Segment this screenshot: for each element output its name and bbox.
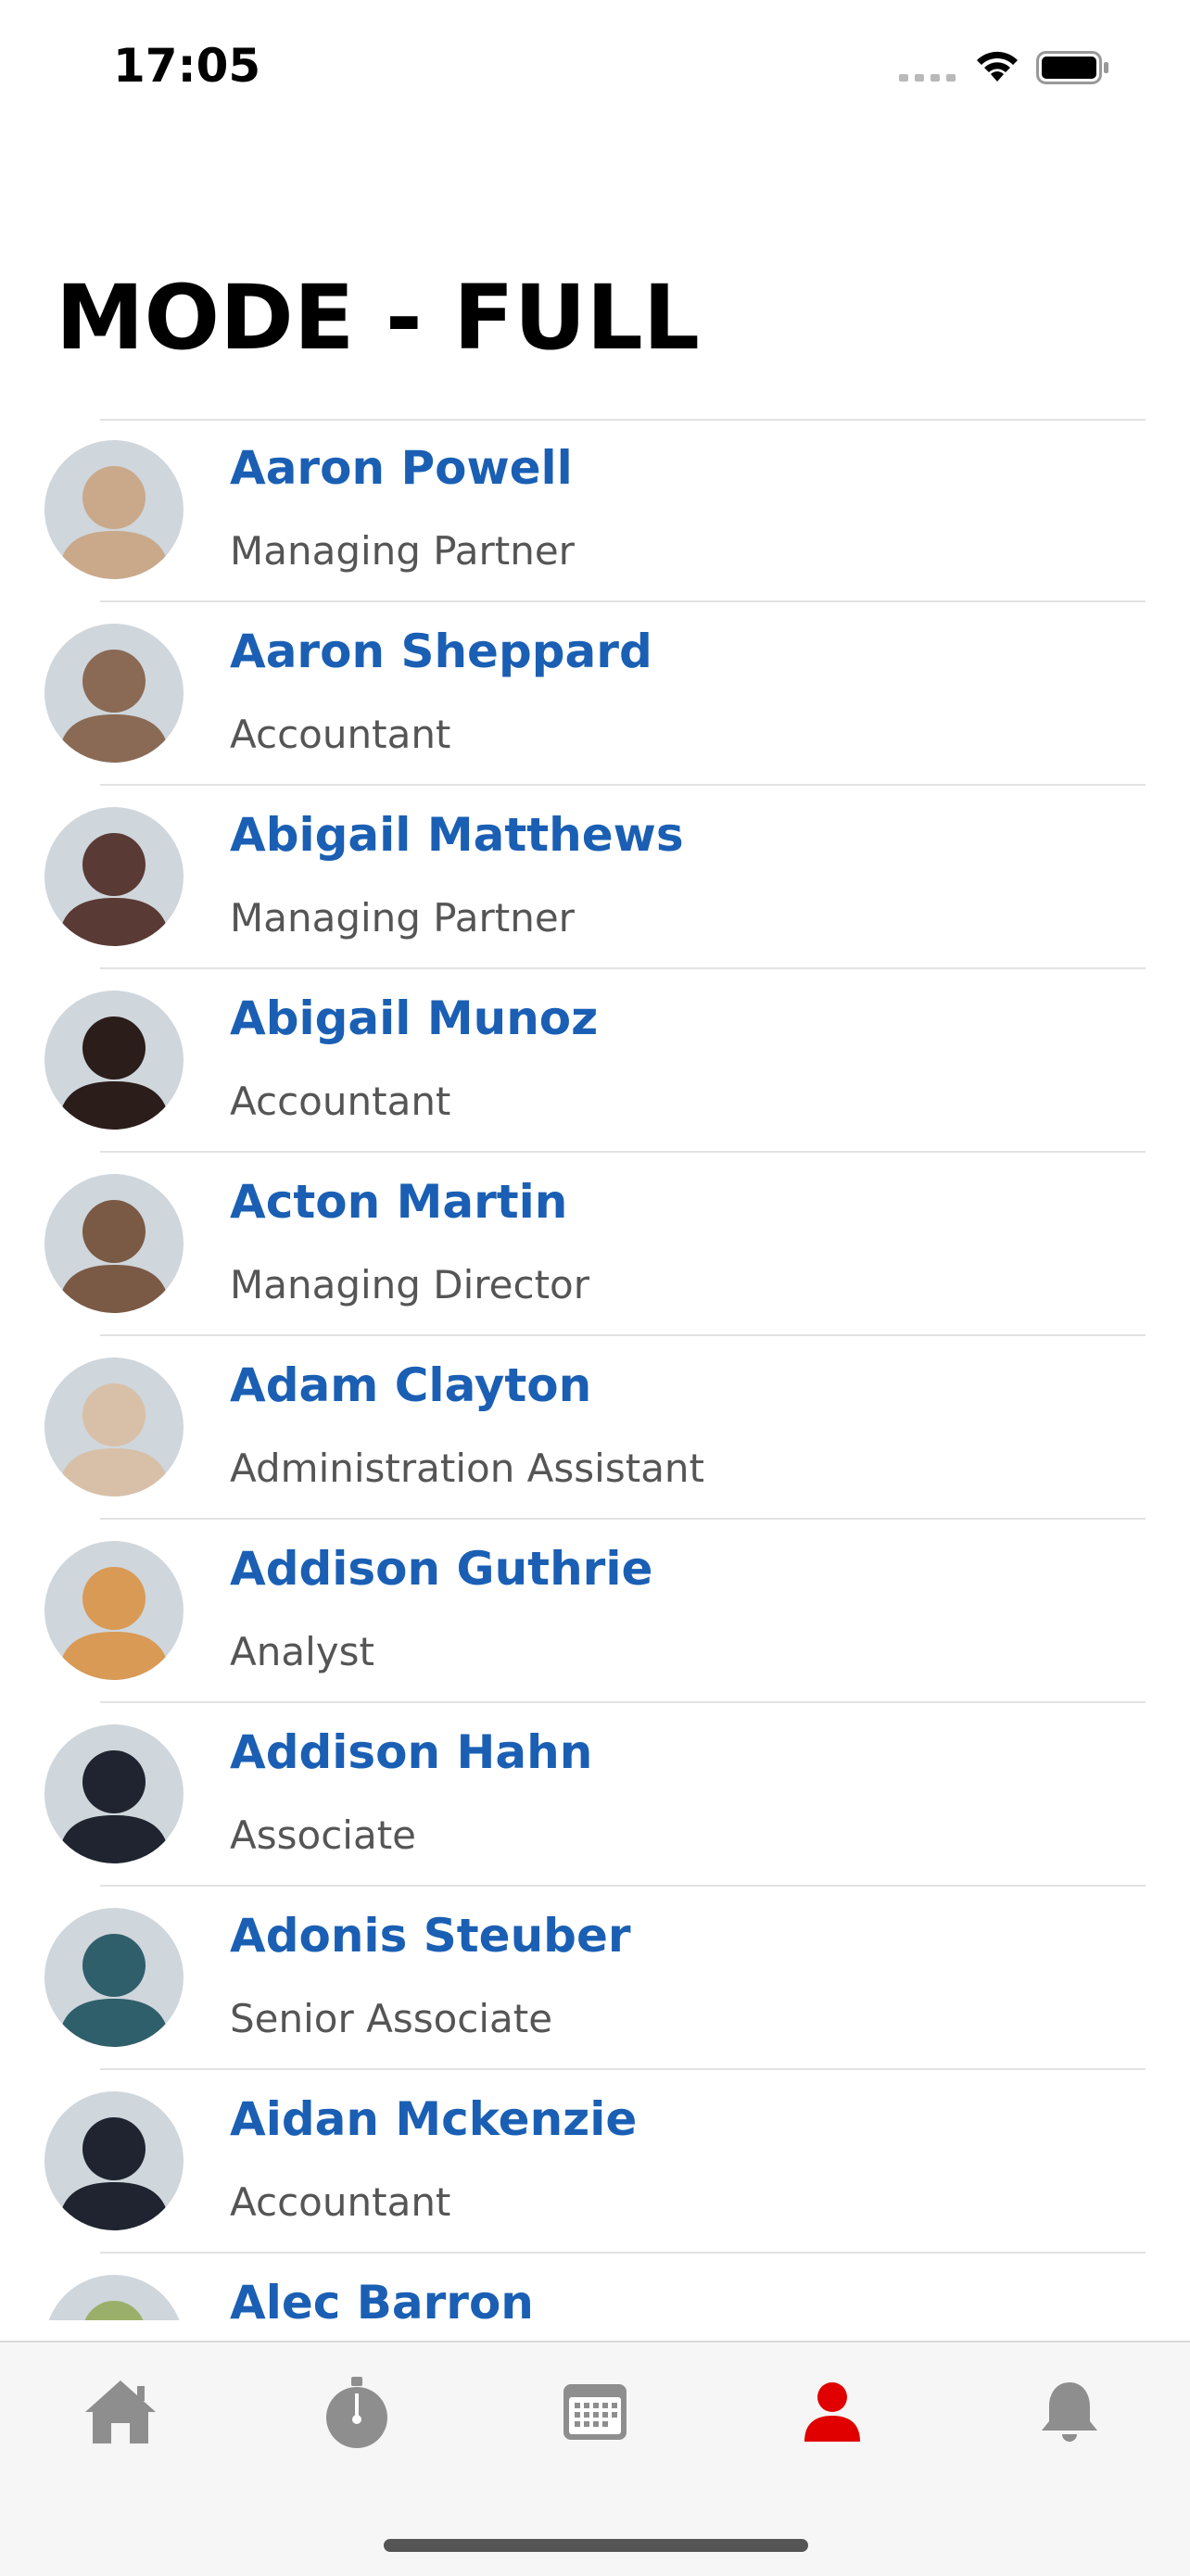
avatar	[44, 1541, 184, 1680]
contact-role: Associate	[230, 1812, 416, 1858]
battery-icon	[1036, 51, 1110, 84]
contact-name-link[interactable]: Aidan Mckenzie	[230, 2092, 637, 2146]
contact-role: Senior Associate	[230, 1996, 553, 2041]
contact-row[interactable]: Addison Guthrie Analyst	[0, 1520, 1190, 1703]
avatar	[44, 1174, 184, 1313]
home-indicator	[384, 2539, 808, 2552]
page-title: MODE - FULL	[56, 266, 700, 370]
contact-row[interactable]: Acton Martin Managing Director	[0, 1153, 1190, 1336]
avatar	[44, 807, 184, 946]
contact-row[interactable]: Alec Barron	[0, 2254, 1190, 2320]
contact-row[interactable]: Addison Hahn Associate	[0, 1703, 1190, 1887]
home-icon	[85, 2380, 156, 2443]
contact-role: Managing Partner	[230, 528, 575, 574]
contact-name-link[interactable]: Adam Clayton	[230, 1358, 591, 1412]
person-icon	[804, 2382, 860, 2442]
avatar	[44, 991, 184, 1130]
contact-row[interactable]: Abigail Munoz Accountant	[0, 969, 1190, 1153]
contact-name-link[interactable]: Abigail Matthews	[230, 808, 684, 862]
tab-calendar[interactable]	[539, 2361, 651, 2463]
contact-name-link[interactable]: Alec Barron	[230, 2276, 534, 2320]
contact-row[interactable]: Aaron Sheppard Accountant	[0, 602, 1190, 786]
cellular-signal-icon	[899, 74, 956, 82]
avatar	[44, 1357, 184, 1496]
calendar-icon	[563, 2384, 627, 2440]
avatar	[44, 624, 184, 763]
contact-role: Accountant	[230, 2179, 451, 2225]
contact-role: Accountant	[230, 1079, 451, 1124]
avatar	[44, 2275, 184, 2320]
contact-name-link[interactable]: Addison Hahn	[230, 1725, 592, 1779]
contact-role: Administration Assistant	[230, 1446, 705, 1491]
tab-home[interactable]	[65, 2361, 176, 2463]
contact-row[interactable]: Aaron Powell Managing Partner	[0, 419, 1190, 602]
wifi-icon	[973, 46, 1021, 83]
contact-name-link[interactable]: Acton Martin	[230, 1175, 567, 1229]
avatar	[44, 1724, 184, 1863]
avatar	[44, 2091, 184, 2230]
contact-row[interactable]: Abigail Matthews Managing Partner	[0, 786, 1190, 969]
contact-row[interactable]: Aidan Mckenzie Accountant	[0, 2070, 1190, 2254]
status-bar: 17:05	[0, 0, 1190, 139]
contact-role: Analyst	[230, 1629, 374, 1674]
contact-role: Managing Director	[230, 1262, 590, 1307]
avatar	[44, 1908, 184, 2047]
contact-name-link[interactable]: Adonis Steuber	[230, 1909, 631, 1963]
contact-name-link[interactable]: Aaron Sheppard	[230, 625, 652, 678]
tab-timer[interactable]	[301, 2361, 412, 2463]
bell-icon	[1042, 2382, 1097, 2442]
contact-row[interactable]: Adonis Steuber Senior Associate	[0, 1887, 1190, 2070]
contact-name-link[interactable]: Abigail Munoz	[230, 991, 598, 1045]
contact-row[interactable]: Adam Clayton Administration Assistant	[0, 1336, 1190, 1520]
contact-role: Accountant	[230, 712, 451, 757]
contact-name-link[interactable]: Addison Guthrie	[230, 1542, 652, 1596]
contact-list[interactable]: Aaron Powell Managing Partner Aaron Sheppa…	[0, 419, 1190, 2320]
status-time: 17:05	[113, 39, 261, 93]
contact-name-link[interactable]: Aaron Powell	[230, 441, 573, 495]
tab-contacts[interactable]	[777, 2361, 888, 2463]
contact-role: Managing Partner	[230, 895, 575, 941]
stopwatch-icon	[326, 2377, 387, 2448]
avatar	[44, 440, 184, 579]
tab-notifications[interactable]	[1014, 2361, 1125, 2463]
